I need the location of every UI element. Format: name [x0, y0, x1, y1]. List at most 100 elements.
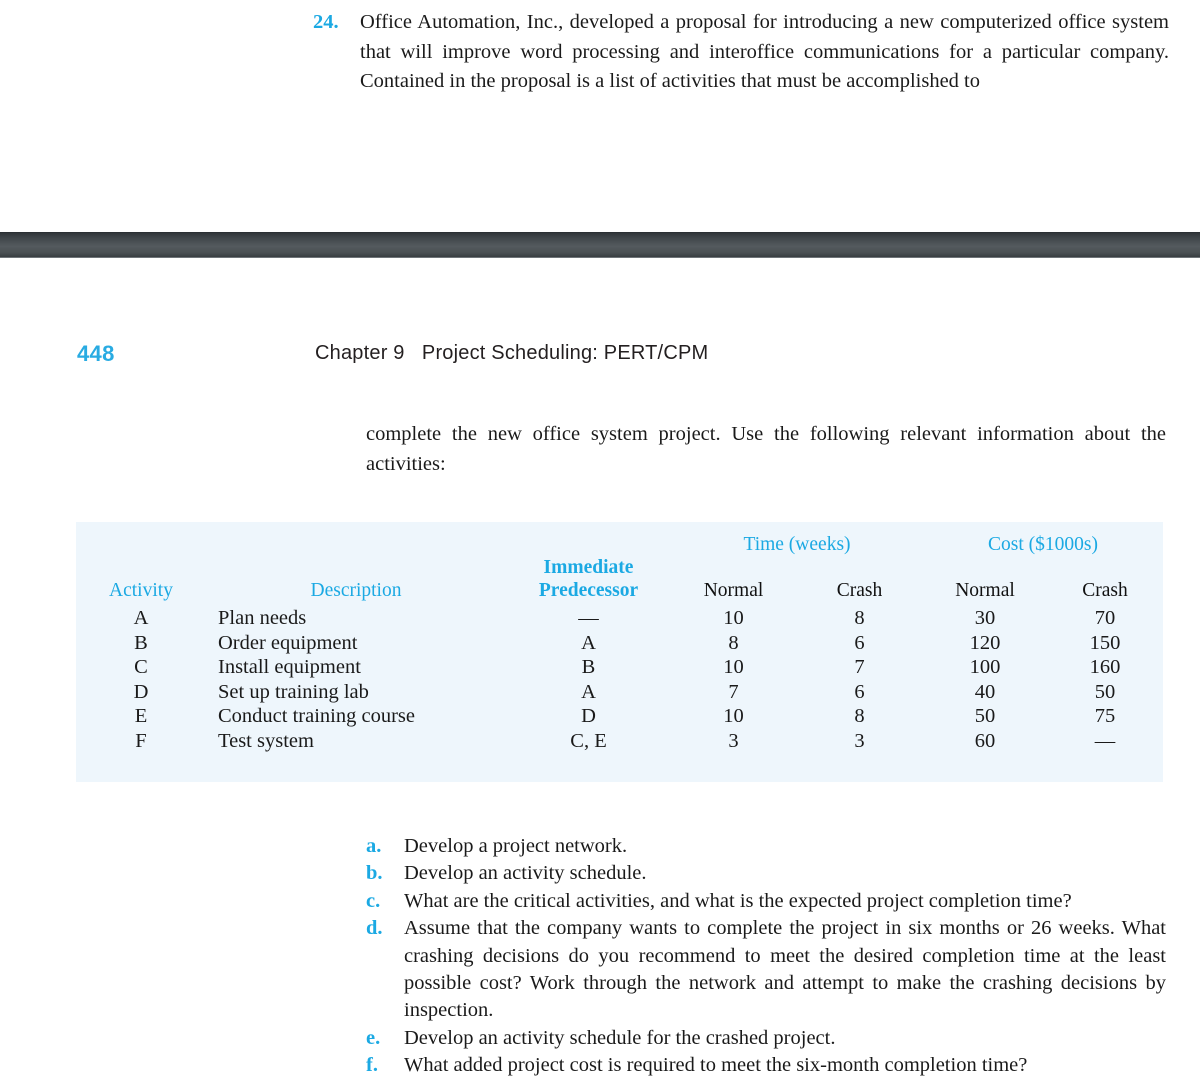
sub-question-body: Assume that the company wants to complet…: [404, 915, 1166, 1025]
cell-description: Conduct training course: [218, 705, 415, 728]
cell-cost-normal: 120: [969, 631, 1001, 654]
sub-question-body: Develop an activity schedule for the cra…: [404, 1025, 1166, 1052]
sub-question-letter: b.: [366, 862, 383, 885]
activity-data-table: Time (weeks) Cost ($1000s) Activity Desc…: [76, 522, 1163, 754]
cell-time-normal: 10: [723, 607, 744, 629]
problem-body: Office Automation, Inc., developed a pro…: [360, 8, 1169, 97]
cell-predecessor: A: [581, 631, 596, 654]
page-separator-bar: [0, 232, 1200, 258]
cell-time-normal: 7: [728, 680, 739, 703]
chapter-title: Chapter 9 Project Scheduling: PERT/CPM: [315, 342, 709, 364]
column-header-description: Description: [310, 580, 402, 601]
cell-cost-normal: 100: [969, 656, 1001, 679]
sub-question-letter: e.: [366, 1026, 381, 1049]
cell-cost-crash: 150: [1089, 631, 1121, 654]
sub-question-body: What are the critical activities, and wh…: [404, 888, 1166, 915]
cell-activity: F: [135, 729, 147, 752]
cell-time-crash: 8: [854, 705, 865, 728]
cell-predecessor: —: [578, 607, 599, 629]
cell-cost-crash: 50: [1094, 680, 1116, 703]
list-item: e. Develop an activity schedule for the …: [366, 1025, 1166, 1052]
table-row: D Set up training lab A 7 6 40 50: [76, 680, 1163, 705]
cell-time-crash: 7: [854, 656, 865, 679]
group-header-spacer-predecessor: [506, 522, 671, 556]
cell-cost-normal: 40: [974, 680, 996, 703]
group-header-time: Time (weeks): [743, 534, 851, 555]
table-row: F Test system C, E 3 3 60 —: [76, 729, 1163, 754]
cell-predecessor: C, E: [570, 729, 607, 752]
cell-cost-normal: 50: [974, 705, 996, 728]
cell-time-crash: 6: [854, 631, 865, 654]
problem-24-block: 24. Office Automation, Inc., developed a…: [313, 8, 1169, 97]
column-header-cost-normal: Normal: [955, 580, 1015, 601]
cell-description: Test system: [218, 729, 314, 752]
cell-cost-normal: 60: [974, 729, 996, 752]
continuation-text: complete the new office system project. …: [366, 423, 1166, 475]
table-header-row: Activity Description Immediate Predecess…: [76, 556, 1163, 602]
column-header-cost-crash: Crash: [1082, 580, 1128, 601]
list-item: c. What are the critical activities, and…: [366, 888, 1166, 915]
cell-description: Plan needs: [218, 607, 307, 629]
sub-question-letter: a.: [366, 835, 382, 857]
problem-number: 24.: [313, 11, 339, 33]
column-header-time-normal: Normal: [703, 580, 764, 601]
sub-question-letter: f.: [366, 1054, 378, 1077]
cell-cost-crash: 70: [1094, 607, 1116, 629]
cell-cost-normal: 30: [974, 607, 996, 629]
cell-time-normal: 3: [728, 729, 739, 752]
list-item: a. Develop a project network.: [366, 833, 1166, 860]
activity-data-table-container: Time (weeks) Cost ($1000s) Activity Desc…: [76, 522, 1163, 782]
sub-question-letter: d.: [366, 917, 383, 940]
sub-question-text: What added project cost is required to m…: [404, 1054, 1028, 1077]
cell-description: Install equipment: [218, 656, 361, 679]
sub-question-body: Develop an activity schedule.: [404, 860, 1166, 887]
column-header-time-crash: Crash: [836, 580, 883, 601]
list-item: b. Develop an activity schedule.: [366, 860, 1166, 887]
running-head: 448 Chapter 9 Project Scheduling: PERT/C…: [0, 341, 1200, 371]
table-row: E Conduct training course D 10 8 50 75: [76, 704, 1163, 729]
continuation-paragraph: complete the new office system project. …: [366, 420, 1166, 479]
table-group-header-row: Time (weeks) Cost ($1000s): [76, 522, 1163, 556]
cell-predecessor: D: [581, 705, 596, 728]
cell-predecessor: A: [581, 680, 596, 703]
cell-activity: B: [134, 631, 148, 654]
table-row: C Install equipment B 10 7 100 160: [76, 655, 1163, 680]
sub-question-body: Develop a project network.: [404, 833, 1166, 860]
sub-question-text: Develop a project network.: [404, 835, 628, 857]
cell-activity: C: [134, 656, 148, 679]
sub-question-letter: c.: [366, 889, 381, 912]
table-row: B Order equipment A 8 6 120 150: [76, 631, 1163, 656]
cell-time-normal: 8: [728, 631, 739, 654]
list-item: f. What added project cost is required t…: [366, 1052, 1166, 1079]
column-header-activity: Activity: [109, 580, 173, 601]
group-header-cost: Cost ($1000s): [988, 534, 1098, 555]
cell-description: Set up training lab: [218, 680, 369, 703]
column-header-immediate-predecessor-line2: Predecessor: [538, 580, 639, 601]
sub-question-text: Assume that the company wants to complet…: [404, 917, 1166, 1022]
sub-question-list: a. Develop a project network. b. Develop…: [366, 833, 1166, 1080]
cell-time-crash: 6: [854, 680, 865, 703]
group-header-spacer-description: [206, 522, 506, 556]
cell-predecessor: B: [581, 656, 596, 679]
table-body: A Plan needs — 10 8 30 70 B Order equipm…: [76, 602, 1163, 754]
problem-row: 24. Office Automation, Inc., developed a…: [313, 8, 1169, 97]
cell-description: Order equipment: [218, 631, 358, 654]
page-number: 448: [77, 341, 115, 366]
cell-time-normal: 10: [723, 705, 744, 728]
list-item: d. Assume that the company wants to comp…: [366, 915, 1166, 1025]
sub-question-text: Develop an activity schedule for the cra…: [404, 1026, 836, 1049]
column-header-immediate-predecessor-line1: Immediate: [543, 557, 634, 578]
problem-text: Office Automation, Inc., developed a pro…: [360, 11, 1169, 92]
table-row: A Plan needs — 10 8 30 70: [76, 602, 1163, 631]
cell-cost-crash: 75: [1094, 705, 1116, 728]
cell-activity: A: [133, 607, 149, 629]
cell-time-normal: 10: [723, 656, 744, 679]
cell-activity: D: [133, 680, 149, 703]
cell-time-crash: 3: [854, 729, 865, 752]
group-header-spacer-activity: [76, 522, 206, 556]
cell-cost-crash: 160: [1089, 656, 1121, 679]
column-header-immediate-predecessor: Immediate Predecessor: [506, 556, 671, 602]
cell-activity: E: [134, 705, 148, 728]
cell-cost-crash: —: [1094, 729, 1116, 752]
cell-time-crash: 8: [854, 607, 865, 629]
